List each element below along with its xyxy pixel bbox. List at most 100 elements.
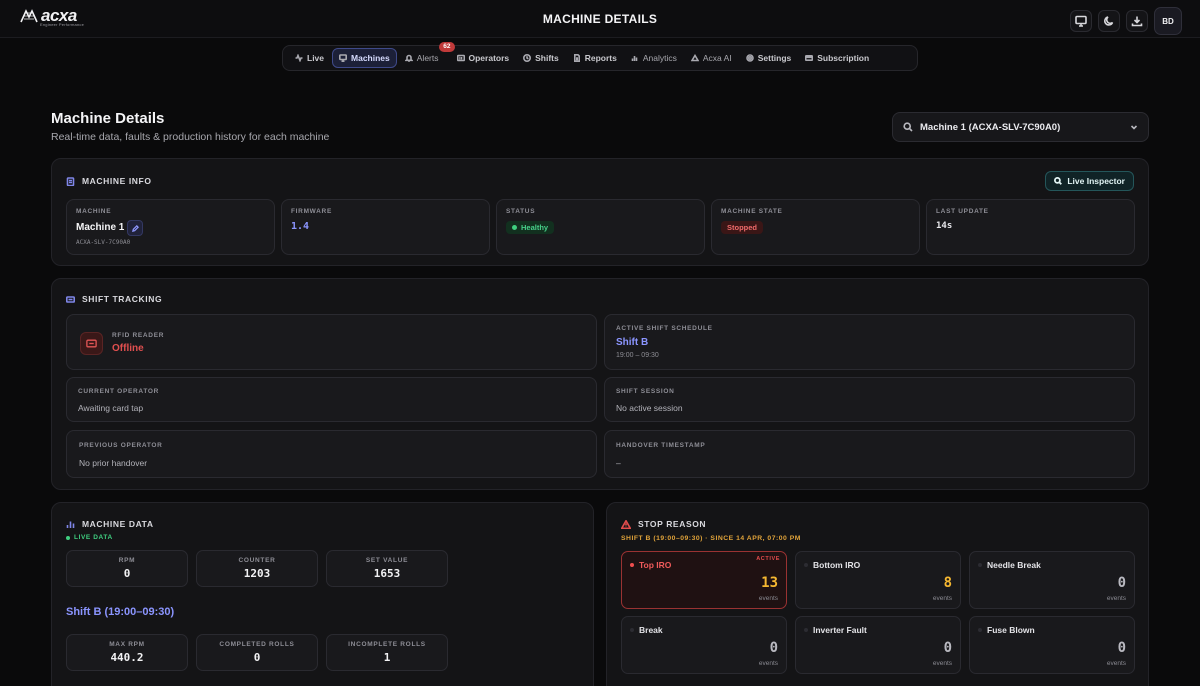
nav-item-subscription[interactable]: Subscription <box>799 48 875 68</box>
clock-icon <box>523 54 532 62</box>
shift-session-label: SHIFT SESSION <box>616 388 675 395</box>
status-badge: Healthy <box>506 221 555 234</box>
stop-reason-card-fuse-blown[interactable]: Fuse Blown 0 events <box>969 616 1135 674</box>
top-bar: acxa Engineer Performance MACHINE DETAIL… <box>0 0 1200 38</box>
current-operator-card: CURRENT OPERATOR Awaiting card tap <box>66 377 597 422</box>
nav-item-acxa-ai[interactable]: Acxa AI <box>685 48 738 68</box>
stop-reason-card-needle-break[interactable]: Needle Break 0 events <box>969 551 1135 609</box>
handover-label: HANDOVER TIMESTAMP <box>616 442 706 449</box>
nav-item-alerts[interactable]: Alerts 62 <box>399 42 455 68</box>
theme-toggle-button[interactable] <box>1098 10 1120 32</box>
download-button[interactable] <box>1126 10 1148 32</box>
status-dot <box>630 563 634 567</box>
search-icon <box>1054 177 1063 185</box>
nav-item-shifts[interactable]: Shifts <box>517 48 565 68</box>
stop-reason-card-inverter-fault[interactable]: Inverter Fault 0 events <box>795 616 961 674</box>
shift-heading: Shift B (19:00–09:30) <box>66 606 175 618</box>
nav-item-analytics[interactable]: Analytics <box>625 48 683 68</box>
rpm-label: RPM <box>118 557 136 564</box>
counter-value: 1203 <box>243 567 271 580</box>
stop-reason-panel: STOP REASON SHIFT B (19:00–09:30) · SINC… <box>606 502 1149 686</box>
set-value-stat: SET VALUE 1653 <box>326 550 448 587</box>
nav-item-operators[interactable]: Operators <box>451 48 516 68</box>
live-dot <box>66 535 70 540</box>
schedule-name: Shift B <box>616 337 649 348</box>
user-avatar[interactable]: BD <box>1154 7 1182 35</box>
stop-reason-label: Break <box>639 625 663 635</box>
nav-item-settings[interactable]: Settings <box>740 48 798 68</box>
machine-data-heading: MACHINE DATA <box>82 519 154 529</box>
pencil-icon <box>131 224 139 232</box>
stop-reason-events: events <box>932 660 952 667</box>
warning-icon <box>621 519 631 529</box>
stop-reason-label: Inverter Fault <box>813 625 867 635</box>
stop-reason-events: events <box>932 595 952 602</box>
machine-label: MACHINE <box>76 208 112 215</box>
main-nav: Live Machines Alerts 62 Operators Shifts… <box>282 42 918 71</box>
machine-state-badge: Stopped <box>721 221 763 234</box>
status-label: STATUS <box>506 208 536 215</box>
active-tag: ACTIVE <box>756 556 780 562</box>
display-button[interactable] <box>1070 10 1092 32</box>
stop-reason-events: events <box>1106 595 1126 602</box>
stop-reason-events: events <box>1106 660 1126 667</box>
live-inspector-label: Live Inspector <box>1067 176 1125 186</box>
stop-reason-count: 0 <box>1117 640 1126 656</box>
current-operator-label: CURRENT OPERATOR <box>78 388 160 395</box>
completed-rolls-stat: COMPLETED ROLLS 0 <box>196 634 318 671</box>
nav-item-reports[interactable]: Reports <box>567 48 623 68</box>
nav-item-label: Acxa AI <box>702 53 732 63</box>
stop-reason-name: Break <box>630 625 663 635</box>
rfid-card-icon <box>66 295 75 303</box>
nav-item-label: Machines <box>351 53 390 63</box>
machine-card: MACHINE Machine 1 ACXA-SLV-7C90A0 <box>66 199 275 255</box>
stop-reason-events: events <box>758 595 778 602</box>
nav-item-label: Shifts <box>535 53 559 63</box>
stop-reason-card-bottom-iro[interactable]: Bottom IRO 8 events <box>795 551 961 609</box>
rfid-icon-box <box>80 332 103 355</box>
nav-item-label: Analytics <box>642 53 677 63</box>
nav-item-label: Live <box>307 53 325 63</box>
nav-item-live[interactable]: Live <box>289 48 330 68</box>
status-dot <box>804 628 808 632</box>
gear-icon <box>745 54 754 62</box>
status-dot <box>512 225 517 230</box>
machine-name: Machine 1 <box>76 222 125 233</box>
status-dot <box>630 628 634 632</box>
nav-item-machines[interactable]: Machines <box>332 48 397 68</box>
bell-icon <box>404 54 413 62</box>
machine-state-label: MACHINE STATE <box>721 208 783 215</box>
clipboard-icon <box>66 176 75 186</box>
last-update-label: LAST UPDATE <box>936 208 989 215</box>
stop-reason-card-top-iro[interactable]: ACTIVE Top IRO 13 events <box>621 551 787 609</box>
status-value: Healthy <box>521 223 549 232</box>
current-operator-value: Awaiting card tap <box>78 403 144 413</box>
machine-state-card: MACHINE STATE Stopped <box>711 199 920 255</box>
shift-tracking-heading: SHIFT TRACKING <box>82 294 163 304</box>
live-inspector-button[interactable]: Live Inspector <box>1045 171 1134 191</box>
shift-session-card: SHIFT SESSION No active session <box>604 377 1135 422</box>
nav-item-label: Alerts <box>416 53 439 63</box>
completed-rolls-label: COMPLETED ROLLS <box>219 641 295 648</box>
stop-reason-name: Top IRO <box>630 560 671 570</box>
nav-item-label: Operators <box>468 53 510 63</box>
shift-tracking-panel: SHIFT TRACKING RFID READER Offline ACTIV… <box>51 278 1149 490</box>
card-icon <box>805 55 814 61</box>
handover-value: – <box>616 458 621 468</box>
active-shift-card: ACTIVE SHIFT SCHEDULE Shift B 19:00 – 09… <box>604 314 1135 370</box>
stop-reason-count: 8 <box>943 575 952 591</box>
status-card: STATUS Healthy <box>496 199 705 255</box>
rename-button[interactable] <box>127 220 143 236</box>
counter-stat: COUNTER 1203 <box>196 550 318 587</box>
stop-reason-card-break[interactable]: Break 0 events <box>621 616 787 674</box>
stop-reason-count: 0 <box>769 640 778 656</box>
previous-operator-label: PREVIOUS OPERATOR <box>79 442 163 449</box>
rpm-stat: RPM 0 <box>66 550 188 587</box>
max-rpm-value: 440.2 <box>110 651 144 664</box>
download-icon <box>1131 16 1143 27</box>
page-heading: MACHINE DETAILS <box>542 12 658 26</box>
incomplete-rolls-label: INCOMPLETE ROLLS <box>348 641 426 648</box>
machine-select[interactable]: Machine 1 (ACXA-SLV-7C90A0) <box>892 112 1149 142</box>
stop-reason-label: Bottom IRO <box>813 560 861 570</box>
monitor-icon <box>339 54 348 62</box>
